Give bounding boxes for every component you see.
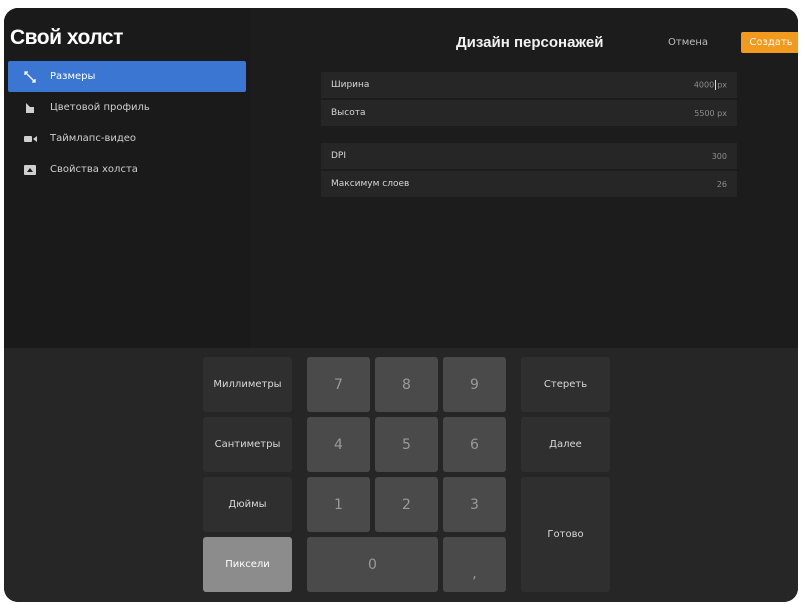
video-camera-icon	[23, 132, 37, 146]
sidebar-item-dimensions[interactable]: Размеры	[8, 61, 246, 92]
main-panel: Дизайн персонажей Отмена Создать Ширина …	[250, 8, 798, 348]
size-fields-group: Ширина 4000 px Высота 5500 px	[321, 72, 737, 128]
cancel-button[interactable]: Отмена	[668, 37, 708, 48]
width-value[interactable]: 4000 px	[694, 80, 727, 90]
sidebar-item-label: Размеры	[50, 71, 96, 82]
unit-millimeters-key[interactable]: Миллиметры	[203, 357, 292, 412]
digit-4-key[interactable]: 4	[307, 417, 370, 472]
sidebar-list: Размеры Цветовой профиль Таймлапс-видео …	[8, 61, 246, 185]
digit-3-key[interactable]: 3	[443, 477, 506, 532]
height-label: Высота	[331, 108, 366, 118]
canvas-properties-icon	[23, 163, 37, 177]
digit-5-key[interactable]: 5	[375, 417, 438, 472]
resize-icon	[23, 70, 37, 84]
digit-6-key[interactable]: 6	[443, 417, 506, 472]
max-layers-label: Максимум слоев	[331, 179, 410, 189]
comma-key[interactable]: ,	[443, 537, 506, 592]
unit-pixels-key[interactable]: Пиксели	[203, 537, 292, 592]
digit-7-key[interactable]: 7	[307, 357, 370, 412]
sidebar-title: Свой холст	[10, 26, 123, 49]
sidebar: Свой холст Размеры Цветовой профиль Тайм…	[4, 8, 250, 348]
digit-2-key[interactable]: 2	[375, 477, 438, 532]
create-button[interactable]: Создать	[741, 32, 798, 53]
done-key[interactable]: Готово	[521, 477, 610, 592]
height-field[interactable]: Высота 5500 px	[321, 100, 737, 126]
sidebar-item-label: Цветовой профиль	[50, 102, 150, 113]
unit-inches-key[interactable]: Дюймы	[203, 477, 292, 532]
max-layers-value: 26	[716, 179, 727, 189]
width-field[interactable]: Ширина 4000 px	[321, 72, 737, 98]
digit-8-key[interactable]: 8	[375, 357, 438, 412]
app-window: Свой холст Размеры Цветовой профиль Тайм…	[4, 8, 798, 602]
digit-9-key[interactable]: 9	[443, 357, 506, 412]
sidebar-item-timelapse[interactable]: Таймлапс-видео	[8, 123, 246, 154]
sidebar-item-canvas-properties[interactable]: Свойства холста	[8, 154, 246, 185]
page-title: Дизайн персонажей	[456, 34, 604, 51]
dpi-value[interactable]: 300	[712, 152, 727, 161]
next-key[interactable]: Далее	[521, 417, 610, 472]
erase-key[interactable]: Стереть	[521, 357, 610, 412]
settings-fields-group: DPI 300 Максимум слоев 26	[321, 143, 737, 199]
sidebar-item-label: Свойства холста	[50, 164, 138, 175]
numeric-keyboard: Миллиметры Сантиметры Дюймы Пиксели 7 8 …	[4, 348, 798, 602]
dpi-label: DPI	[331, 151, 347, 161]
height-value[interactable]: 5500 px	[694, 109, 727, 118]
max-layers-field[interactable]: Максимум слоев 26	[321, 171, 737, 197]
sidebar-item-color-profile[interactable]: Цветовой профиль	[8, 92, 246, 123]
unit-centimeters-key[interactable]: Сантиметры	[203, 417, 292, 472]
color-profile-icon	[23, 101, 37, 115]
width-label: Ширина	[331, 80, 370, 90]
digit-1-key[interactable]: 1	[307, 477, 370, 532]
sidebar-item-label: Таймлапс-видео	[50, 133, 137, 144]
dpi-field[interactable]: DPI 300	[321, 143, 737, 169]
digit-0-key[interactable]: 0	[307, 537, 438, 592]
